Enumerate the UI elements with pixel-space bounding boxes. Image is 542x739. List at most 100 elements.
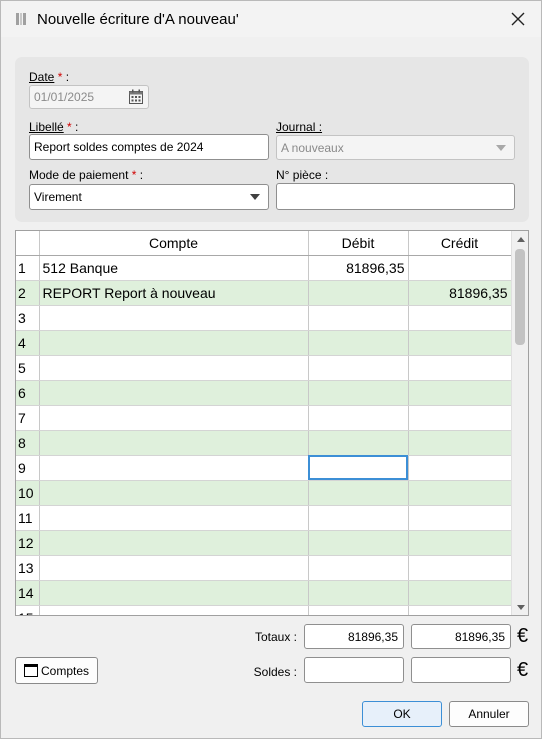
totaux-label: Totaux : xyxy=(254,630,297,644)
table-row[interactable]: 3 xyxy=(16,305,512,331)
cell-credit[interactable] xyxy=(408,405,512,431)
mode-paiement-label: Mode de paiement * : xyxy=(29,168,144,182)
table-row[interactable]: 2 REPORT Report à nouveau 81896,35 xyxy=(16,280,512,306)
cell-debit[interactable] xyxy=(308,355,409,381)
table-row[interactable]: 13 xyxy=(16,555,512,581)
cell-credit[interactable] xyxy=(408,355,512,381)
cell-debit[interactable] xyxy=(308,530,409,556)
cell-credit[interactable] xyxy=(408,380,512,406)
cell-credit[interactable] xyxy=(408,580,512,606)
cell-debit[interactable] xyxy=(308,580,409,606)
cell-compte[interactable] xyxy=(39,355,309,381)
scroll-up-button[interactable] xyxy=(512,231,528,247)
row-number-header xyxy=(16,231,40,256)
table-row[interactable]: 5 xyxy=(16,355,512,381)
currency-symbol: € xyxy=(517,625,529,647)
piece-label: N° pièce : xyxy=(276,168,329,182)
table-row[interactable]: 8 xyxy=(16,430,512,456)
journal-value: A nouveaux xyxy=(281,140,344,155)
cell-credit[interactable] xyxy=(408,505,512,531)
cell-credit[interactable] xyxy=(408,330,512,356)
mode-paiement-select[interactable]: Virement xyxy=(29,184,269,210)
cell-debit[interactable] xyxy=(308,480,409,506)
row-number: 8 xyxy=(16,430,40,456)
cell-debit[interactable] xyxy=(308,280,409,306)
row-number: 2 xyxy=(16,280,40,306)
entries-grid[interactable]: Compte Débit Crédit 1 512 Banque 81896,35 2… xyxy=(15,230,529,616)
cell-credit[interactable] xyxy=(408,430,512,456)
date-field[interactable]: 01/01/2025 xyxy=(29,85,149,109)
column-header-compte[interactable]: Compte xyxy=(39,231,309,256)
cell-compte[interactable]: 512 Banque xyxy=(39,255,309,281)
cell-compte[interactable] xyxy=(39,605,309,615)
cell-compte[interactable] xyxy=(39,480,309,506)
date-label: Date * : xyxy=(29,70,70,84)
cell-debit[interactable] xyxy=(308,455,409,481)
table-row[interactable]: 9 xyxy=(16,455,512,481)
table-row[interactable]: 15 xyxy=(16,605,512,615)
column-header-credit[interactable]: Crédit xyxy=(408,231,512,256)
cell-compte[interactable] xyxy=(39,330,309,356)
table-row[interactable]: 6 xyxy=(16,380,512,406)
table-row[interactable]: 11 xyxy=(16,505,512,531)
table-row[interactable]: 1 512 Banque 81896,35 xyxy=(16,255,512,281)
arrow-up-icon xyxy=(516,236,525,242)
dialog-window: Nouvelle écriture d'A nouveau' Date * : … xyxy=(0,0,542,739)
ok-button[interactable]: OK xyxy=(362,701,442,727)
cell-compte[interactable] xyxy=(39,555,309,581)
cell-credit[interactable]: 81896,35 xyxy=(408,280,512,306)
row-number: 7 xyxy=(16,405,40,431)
cell-credit[interactable] xyxy=(408,255,512,281)
cell-compte[interactable] xyxy=(39,430,309,456)
table-row[interactable]: 14 xyxy=(16,580,512,606)
cell-debit[interactable] xyxy=(308,380,409,406)
cell-credit[interactable] xyxy=(408,455,512,481)
cell-credit[interactable] xyxy=(408,530,512,556)
row-number: 9 xyxy=(16,455,40,481)
cell-debit[interactable] xyxy=(308,305,409,331)
scroll-down-button[interactable] xyxy=(512,599,528,615)
cell-debit[interactable]: 81896,35 xyxy=(308,255,409,281)
cell-compte[interactable] xyxy=(39,305,309,331)
cell-credit[interactable] xyxy=(408,480,512,506)
comptes-button[interactable]: Comptes xyxy=(15,657,98,684)
cell-credit[interactable] xyxy=(408,555,512,581)
column-header-debit[interactable]: Débit xyxy=(308,231,409,256)
cell-compte[interactable] xyxy=(39,580,309,606)
cell-debit[interactable] xyxy=(308,330,409,356)
table-row[interactable]: 4 xyxy=(16,330,512,356)
libelle-input[interactable]: Report soldes comptes de 2024 xyxy=(29,134,269,160)
close-button[interactable] xyxy=(501,3,535,35)
row-number: 4 xyxy=(16,330,40,356)
row-number: 3 xyxy=(16,305,40,331)
grid-header-row: Compte Débit Crédit xyxy=(16,231,512,256)
window-title: Nouvelle écriture d'A nouveau' xyxy=(37,11,239,28)
totaux-credit-field: 81896,35 xyxy=(411,624,511,649)
cell-compte[interactable] xyxy=(39,505,309,531)
cell-compte[interactable]: REPORT Report à nouveau xyxy=(39,280,309,306)
scrollbar-thumb[interactable] xyxy=(515,249,525,345)
table-row[interactable]: 12 xyxy=(16,530,512,556)
annuler-button[interactable]: Annuler xyxy=(449,701,529,727)
piece-input[interactable] xyxy=(276,183,515,210)
window-icon xyxy=(23,664,38,677)
date-value: 01/01/2025 xyxy=(34,90,95,104)
chevron-down-icon xyxy=(250,194,260,200)
cell-debit[interactable] xyxy=(308,505,409,531)
soldes-label: Soldes : xyxy=(253,665,297,679)
cell-debit[interactable] xyxy=(308,405,409,431)
cell-compte[interactable] xyxy=(39,530,309,556)
cell-debit[interactable] xyxy=(308,430,409,456)
table-row[interactable]: 7 xyxy=(16,405,512,431)
calendar-icon[interactable] xyxy=(128,89,144,105)
cell-credit[interactable] xyxy=(408,605,512,615)
cell-debit[interactable] xyxy=(308,605,409,615)
cell-compte[interactable] xyxy=(39,405,309,431)
journal-select[interactable]: A nouveaux xyxy=(276,135,515,160)
table-row[interactable]: 10 xyxy=(16,480,512,506)
cell-credit[interactable] xyxy=(408,305,512,331)
cell-debit[interactable] xyxy=(308,555,409,581)
vertical-scrollbar[interactable] xyxy=(511,231,528,615)
cell-compte[interactable] xyxy=(39,380,309,406)
cell-compte[interactable] xyxy=(39,455,309,481)
